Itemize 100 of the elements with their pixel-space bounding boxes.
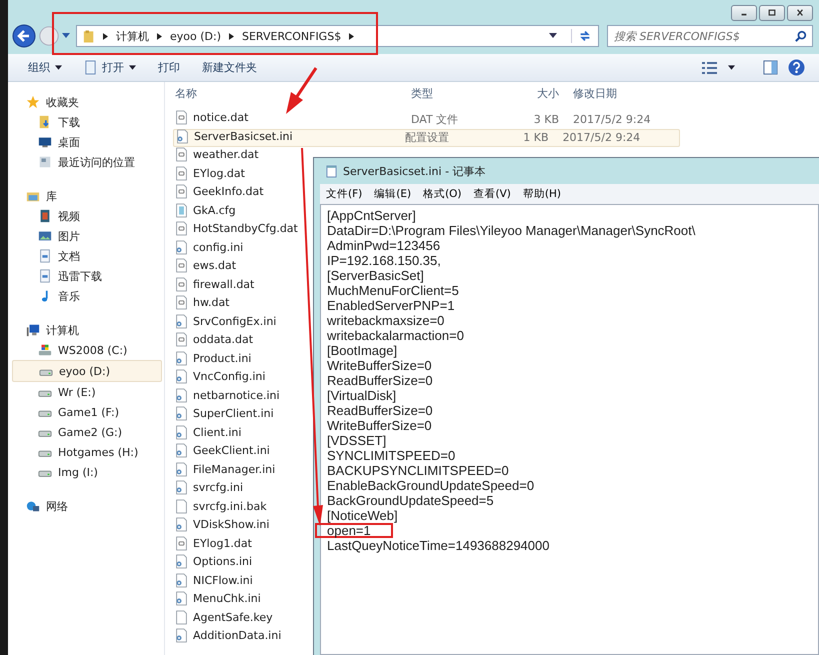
column-header[interactable]: 大小 [507,86,559,100]
nav-item[interactable]: 音乐 [12,286,160,306]
window-title: ServerBasicset.ini - 记事本 [343,164,486,178]
settings-file-icon [175,628,188,644]
file-name[interactable]: AgentSafe.key [175,610,273,625]
document-icon [38,249,52,263]
history-dropdown-icon[interactable] [62,33,70,39]
blank-file-icon [175,498,188,514]
nav-group-item[interactable]: 计算机 [8,320,164,340]
column-header[interactable]: 类型 [411,86,507,100]
file-name[interactable]: MenuChk.ini [175,591,261,606]
file-name[interactable]: ews.dat [175,258,236,274]
nav-item[interactable]: 图片 [12,226,160,246]
nav-item[interactable]: 最近访问的位置 [12,152,160,172]
file-name[interactable]: hw.dat [175,295,230,310]
dropdown-icon[interactable] [549,33,557,39]
nav-group-item[interactable]: 收藏夹 [8,92,164,112]
file-name[interactable]: SuperClient.ini [175,406,274,422]
menu-item[interactable]: 编辑(E) [372,187,414,201]
text-line: BackGroundUpdateSpeed=5 [327,493,494,508]
file-name[interactable]: EYlog.dat [175,166,245,181]
file-name[interactable]: netbarnotice.ini [175,388,280,403]
nav-item[interactable]: 下载 [12,112,160,132]
file-name[interactable]: svrcfg.ini [175,480,244,496]
text-line: WriteBufferSize=0 [327,418,432,433]
document-icon [175,295,188,310]
address-bar[interactable]: 计算机 eyoo (D:) SERVERCONFIGS$ [76,25,599,47]
menu-item[interactable]: 格式(O) [421,187,464,201]
file-name[interactable]: firewall.dat [175,276,254,292]
file-name[interactable]: HotStandbyCfg.dat [175,221,298,236]
file-name[interactable]: GeekInfo.dat [175,184,264,200]
nav-group-item[interactable]: 网络 [8,496,164,516]
file-name[interactable]: VncConfig.ini [175,369,266,384]
file-name[interactable]: svrcfg.ini.bak [175,498,267,514]
breadcrumb-item[interactable]: SERVERCONFIGS$ [242,30,342,42]
file-name[interactable]: EYlog1.dat [175,536,252,551]
nav-item[interactable]: Game1 (F:) [12,402,160,422]
file-name[interactable]: FileManager.ini [175,462,276,477]
file-name[interactable]: AdditionData.ini [175,628,282,644]
file-name[interactable]: oddata.dat [175,332,254,348]
breadcrumb-item[interactable]: 计算机 [116,28,149,44]
close-icon [795,9,805,17]
text-line: [VirtualDisk] [327,388,396,403]
forward-button[interactable] [38,25,60,47]
search-field[interactable]: 搜索 SERVERCONFIGS$ [607,25,813,47]
help-icon[interactable] [788,59,805,76]
table-cell-text: 3 KB [532,112,559,126]
file-row[interactable]: ServerBasicset.ini 配置设置 1 KB 2017/5/2 9:24 [173,128,680,147]
refresh-icon[interactable] [571,29,592,43]
chevron-icon [349,32,354,40]
file-name[interactable]: Options.ini [175,554,252,570]
nav-item[interactable]: 文档 [12,246,160,266]
annotation-arrow [286,67,318,114]
file-name[interactable]: SrvConfigEx.ini [175,314,276,329]
menu-item[interactable]: 查看(V) [472,187,513,201]
nav-item[interactable]: eyoo (D:) [12,360,162,382]
toolbar-button[interactable]: 打开 [78,58,142,77]
caret-icon[interactable] [728,65,735,70]
back-button[interactable] [12,24,36,48]
nav-item[interactable]: 迅雷下载 [12,266,160,286]
file-name[interactable]: weather.dat [175,147,259,162]
file-name[interactable]: GeekClient.ini [175,443,270,458]
file-name[interactable]: Product.ini [175,350,252,366]
breadcrumb-item[interactable]: eyoo (D:) [170,30,221,42]
close-button[interactable] [787,5,813,21]
nav-group-item[interactable]: 库 [8,186,164,206]
nav-item[interactable]: Wr (E:) [12,382,160,402]
nav-item[interactable]: Img (I:) [12,462,160,482]
folder-icon [83,28,95,44]
document-icon [175,166,188,181]
menu-item[interactable]: 帮助(H) [520,187,564,201]
toolbar-button[interactable]: 组织 [22,58,68,77]
nav-item[interactable]: Hotgames (H:) [12,442,160,462]
toolbar-button[interactable]: 打印 [152,58,186,77]
nav-item[interactable]: 视频 [12,206,160,226]
recent-places-icon [38,155,52,169]
settings-file-icon [175,462,188,477]
settings-file-icon [175,443,188,458]
settings-file-icon [175,572,188,588]
maximize-button[interactable] [759,5,785,21]
menu-item[interactable]: 文件(F) [324,187,364,201]
file-name[interactable]: notice.dat [175,110,248,126]
nav-item[interactable]: WS2008 (C:) [12,340,160,360]
file-name[interactable]: ServerBasicset.ini [176,128,293,144]
file-name[interactable]: Client.ini [175,424,242,440]
column-header[interactable]: 名称 [175,86,411,100]
preview-pane-icon[interactable] [763,60,778,75]
blank-file-icon [175,610,188,625]
column-header[interactable]: 修改日期 [559,86,693,100]
file-name[interactable]: VDiskShow.ini [175,517,270,532]
file-name[interactable]: NICFlow.ini [175,572,253,588]
file-name[interactable]: GkA.cfg [175,202,236,218]
settings-file-icon [175,369,188,384]
text-line: SYNCLIMITSPEED=0 [327,448,456,463]
nav-item[interactable]: 桌面 [12,132,160,152]
toolbar-button[interactable]: 新建文件夹 [196,58,263,77]
text-line: ReadBufferSize=0 [327,373,433,388]
nav-item[interactable]: Game2 (G:) [12,422,160,442]
file-name[interactable]: config.ini [175,240,244,255]
view-options-icon[interactable] [702,62,718,74]
